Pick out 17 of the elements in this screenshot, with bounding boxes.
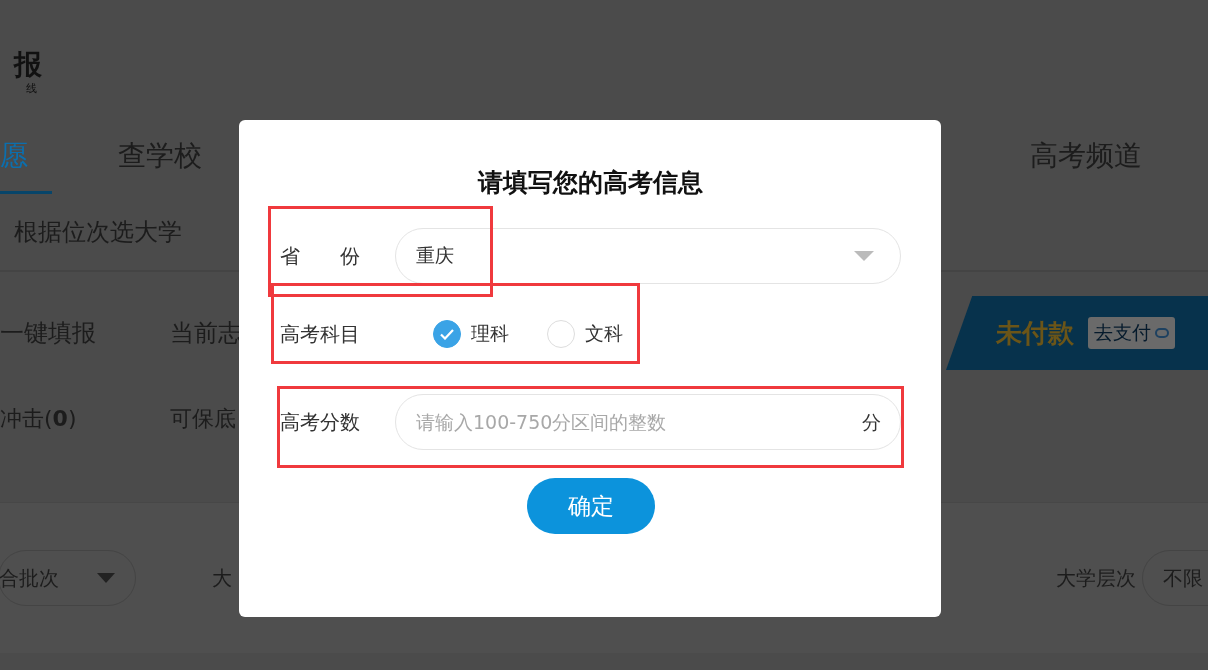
confirm-button[interactable]: 确定 [526,478,655,534]
subject-radio[interactable]: 理科 [433,320,509,348]
caret-icon [854,251,874,261]
dialog-title: 请填写您的高考信息 [476,167,704,199]
caret-icon [97,573,115,583]
nav-tab[interactable]: 愿 [0,118,52,194]
unit-label: 分 [862,410,881,435]
toggle-icon [1155,328,1169,338]
field-label: 省 份 [280,242,361,270]
logo-subtitle: 线 [26,81,38,96]
province-select[interactable]: 重庆 [395,228,901,284]
payment-status: 未付款 [996,316,1074,350]
field-label: 高考科目 [280,320,361,348]
subject-radio[interactable]: 文科 [547,320,623,348]
field-label: 高考分数 [280,408,361,436]
logo-title: 报 [14,49,43,81]
pay-button[interactable]: 去支付 [1088,317,1175,349]
